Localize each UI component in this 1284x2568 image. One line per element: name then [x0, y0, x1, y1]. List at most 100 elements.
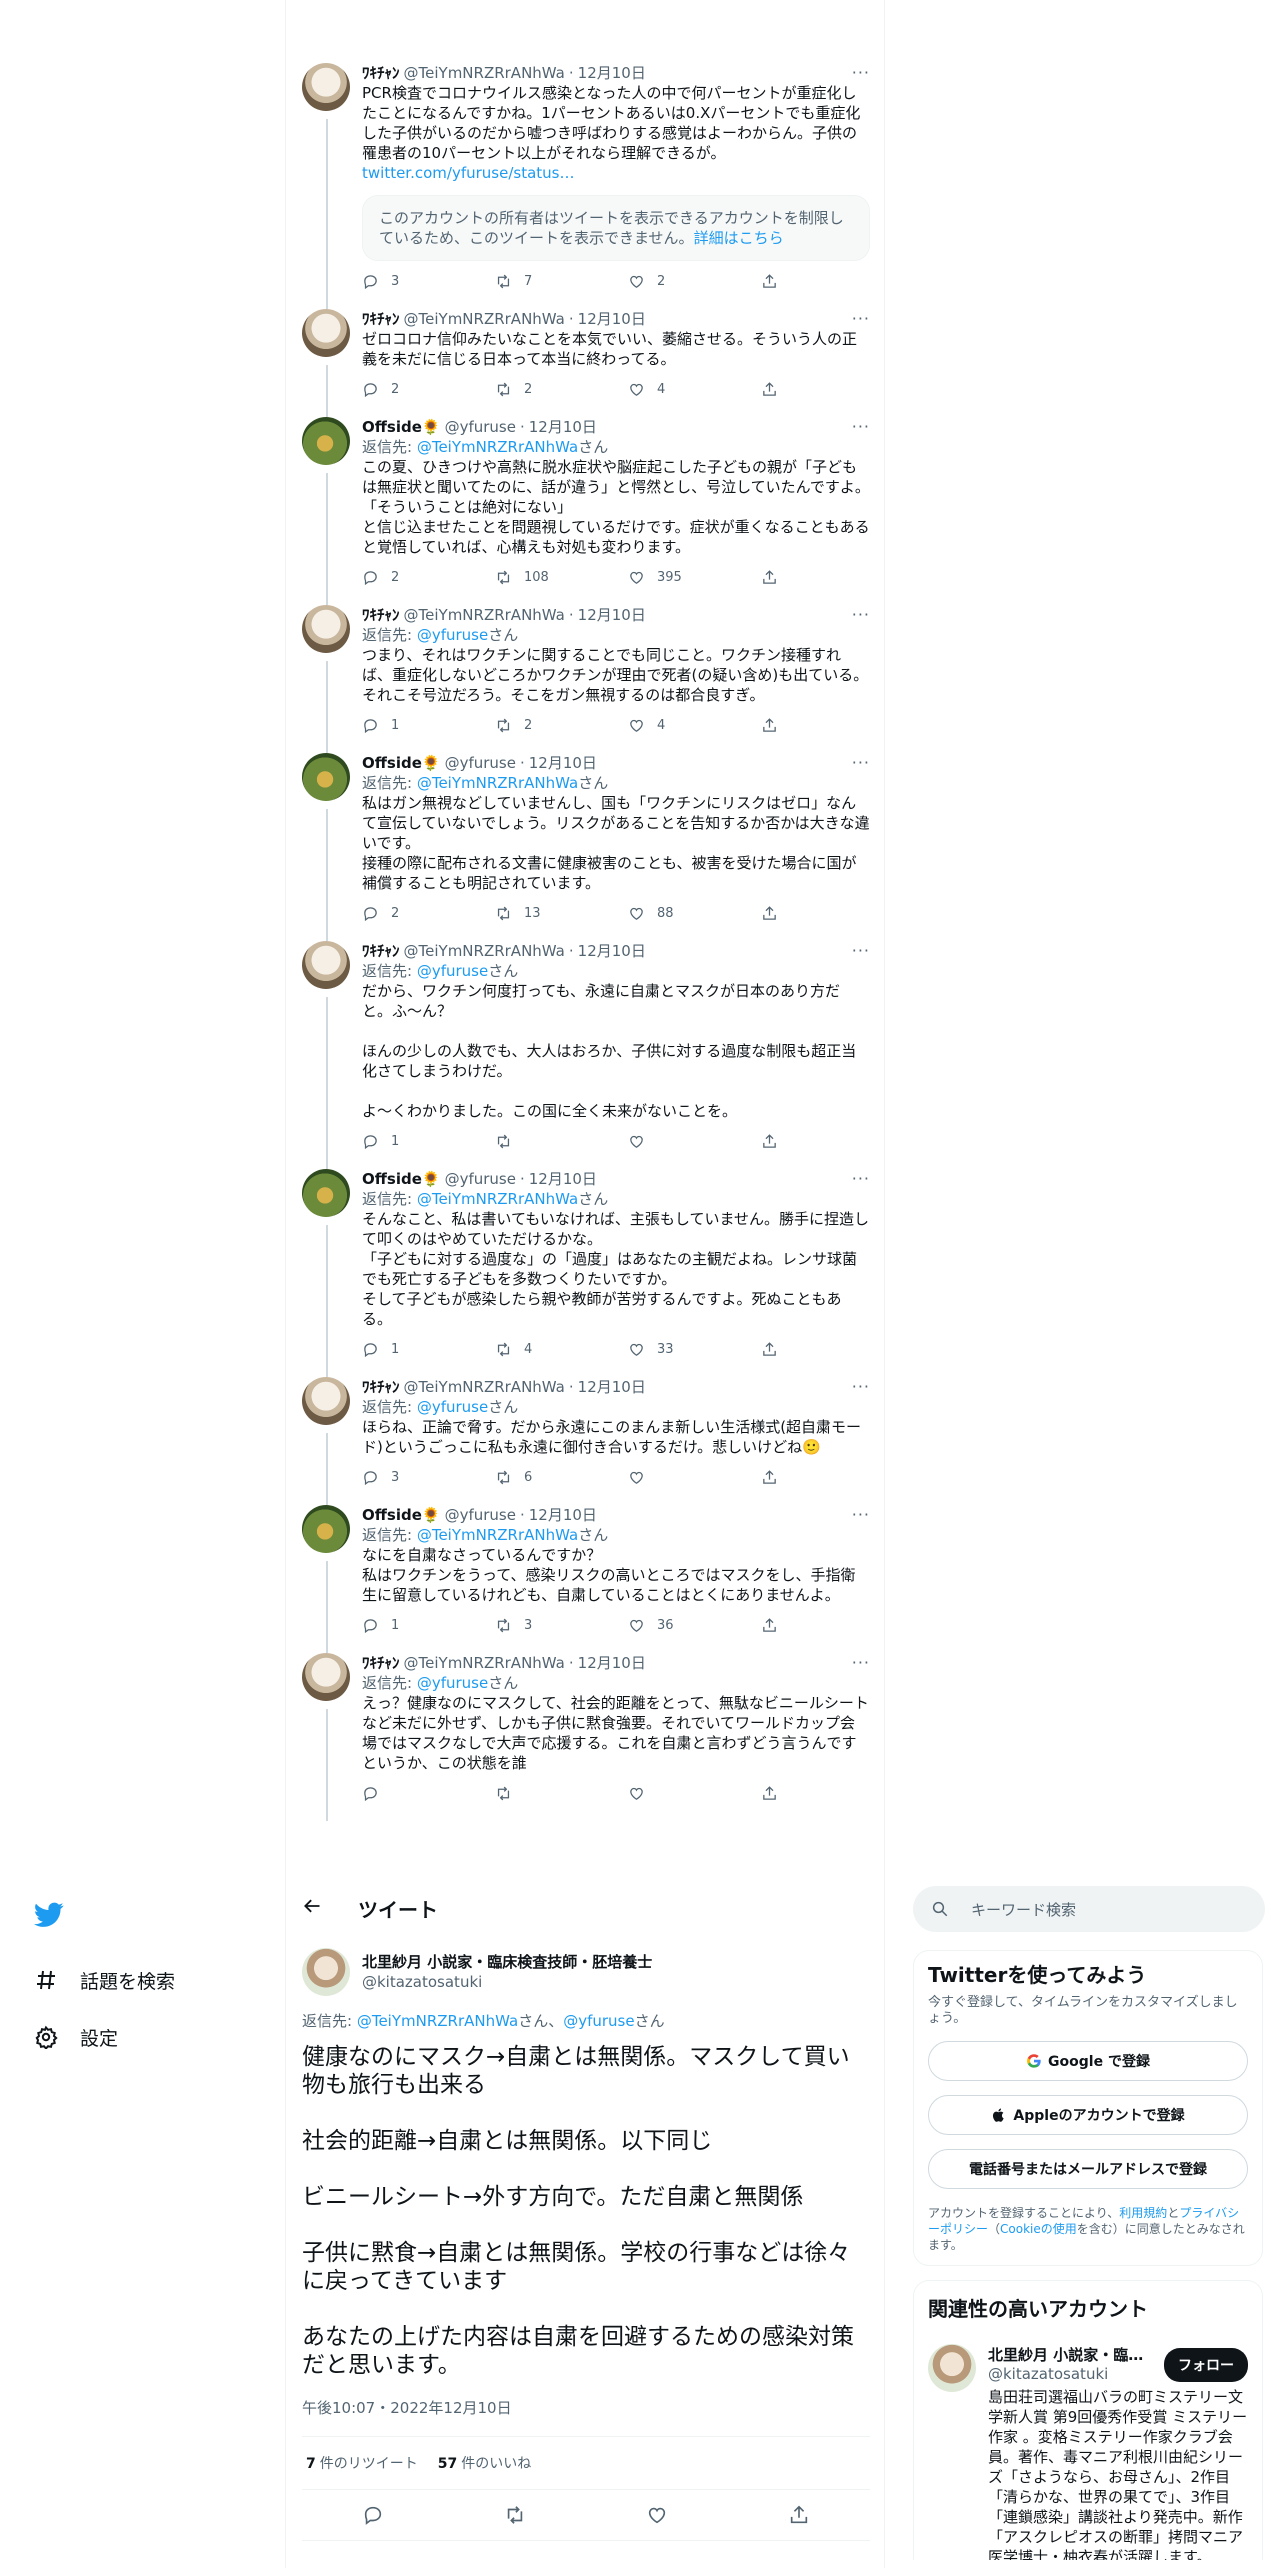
more-options-icon[interactable]: ···: [852, 417, 870, 436]
thread-tweet[interactable]: Offside🌻 @yfuruse · 12月10日 返信先: @TeiYmNRZRrA…: [286, 409, 884, 605]
related-name[interactable]: 北里紗月 小説家・臨…: [988, 2344, 1148, 2365]
author-name[interactable]: Offside🌻: [362, 1169, 441, 1189]
reply-button[interactable]: 3: [362, 273, 495, 290]
thread-tweet[interactable]: ﾜｷﾁｬﾝ @TeiYmNRZRrANhWa · 12月10日 PCR検査でコロナウイル…: [286, 55, 884, 309]
author-handle[interactable]: @TeiYmNRZRrANhWa: [404, 1377, 565, 1397]
retweet-button[interactable]: 4: [495, 1341, 628, 1358]
share-button[interactable]: [761, 1617, 801, 1634]
follow-button[interactable]: フォロー: [1164, 2348, 1248, 2382]
share-button[interactable]: [761, 273, 801, 290]
like-button[interactable]: [628, 1133, 761, 1150]
author-handle[interactable]: @TeiYmNRZRrANhWa: [404, 63, 565, 83]
author-name[interactable]: 北里紗月 小説家・臨床検査技師・胚培養士: [362, 1952, 652, 1972]
thread-tweet[interactable]: Offside🌻 @yfuruse · 12月10日 返信先: @TeiYmNRZRrA…: [286, 1161, 884, 1377]
like-button[interactable]: 4: [628, 717, 761, 734]
like-button[interactable]: 395: [628, 569, 761, 586]
reply-to-link[interactable]: @TeiYmNRZRrANhWa: [417, 1526, 578, 1544]
phone-email-signup-button[interactable]: 電話番号またはメールアドレスで登録: [928, 2149, 1248, 2189]
retweet-button[interactable]: 13: [495, 905, 628, 922]
avatar[interactable]: [302, 1505, 350, 1553]
tweet-time[interactable]: 12月10日: [578, 605, 646, 625]
retweet-button[interactable]: 6: [495, 1469, 628, 1486]
more-options-icon[interactable]: ···: [852, 63, 870, 82]
tweet-time[interactable]: 12月10日: [529, 1169, 597, 1189]
reply-to-link[interactable]: @yfuruse: [417, 1398, 488, 1416]
share-button[interactable]: [761, 905, 801, 922]
reply-button[interactable]: 2: [362, 569, 495, 586]
apple-signup-button[interactable]: Appleのアカウントで登録: [928, 2095, 1248, 2135]
reply-button[interactable]: 1: [362, 717, 495, 734]
nav-settings[interactable]: 設定: [34, 2017, 118, 2057]
share-button[interactable]: [761, 717, 801, 734]
tweet-time[interactable]: 12月10日: [578, 63, 646, 83]
author-name[interactable]: ﾜｷﾁｬﾝ: [362, 605, 400, 625]
reply-to-link[interactable]: @yfuruse: [417, 1674, 488, 1692]
author-handle[interactable]: @TeiYmNRZRrANhWa: [404, 1653, 565, 1673]
thread-tweet[interactable]: ﾜｷﾁｬﾝ @TeiYmNRZRrANhWa · 12月10日 返信先: @yfurus…: [286, 1369, 884, 1505]
retweet-button[interactable]: [495, 1785, 628, 1802]
author-name[interactable]: Offside🌻: [362, 753, 441, 773]
thread-tweet[interactable]: ﾜｷﾁｬﾝ @TeiYmNRZRrANhWa · 12月10日 返信先: @yfurus…: [286, 933, 884, 1169]
tweet-link[interactable]: twitter.com/yfuruse/status…: [362, 163, 870, 183]
author-name[interactable]: Offside🌻: [362, 1505, 441, 1525]
like-icon[interactable]: [646, 2504, 668, 2526]
nav-explore[interactable]: 話題を検索: [34, 1960, 175, 2000]
reply-to-link[interactable]: @TeiYmNRZRrANhWa: [417, 438, 578, 456]
author-name[interactable]: ﾜｷﾁｬﾝ: [362, 1653, 400, 1673]
more-options-icon[interactable]: ···: [852, 605, 870, 624]
more-options-icon[interactable]: ···: [852, 1377, 870, 1396]
reply-button[interactable]: 1: [362, 1617, 495, 1634]
reply-to-link[interactable]: @yfuruse: [417, 962, 488, 980]
more-options-icon[interactable]: ···: [852, 1169, 870, 1188]
tweet-timestamp[interactable]: 午後10:07・2022年12月10日: [302, 2397, 870, 2437]
share-button[interactable]: [761, 1133, 801, 1150]
tweet-time[interactable]: 12月10日: [578, 941, 646, 961]
more-options-icon[interactable]: ···: [852, 753, 870, 772]
twitter-logo-icon[interactable]: [34, 1902, 64, 1928]
tweet-time[interactable]: 12月10日: [529, 1505, 597, 1525]
share-button[interactable]: [761, 1341, 801, 1358]
share-button[interactable]: [761, 381, 801, 398]
more-options-icon[interactable]: ···: [852, 1653, 870, 1672]
thread-tweet[interactable]: Offside🌻 @yfuruse · 12月10日 返信先: @TeiYmNRZRrA…: [286, 1497, 884, 1653]
retweets-stat[interactable]: 7 件のリツイート: [306, 2453, 418, 2473]
avatar[interactable]: [302, 1169, 350, 1217]
back-button[interactable]: [286, 1896, 346, 1920]
more-options-icon[interactable]: ···: [852, 1505, 870, 1524]
retweet-icon[interactable]: [504, 2504, 526, 2526]
author-name[interactable]: ﾜｷﾁｬﾝ: [362, 941, 400, 961]
retweet-button[interactable]: 2: [495, 381, 628, 398]
reply-button[interactable]: 3: [362, 1469, 495, 1486]
author-handle[interactable]: @TeiYmNRZRrANhWa: [404, 605, 565, 625]
avatar[interactable]: [302, 1377, 350, 1425]
author-handle[interactable]: @yfuruse: [445, 753, 516, 773]
thread-tweet[interactable]: ﾜｷﾁｬﾝ @TeiYmNRZRrANhWa · 12月10日 ゼロコロナ信仰みたいなこ…: [286, 301, 884, 417]
retweet-button[interactable]: 2: [495, 717, 628, 734]
author-name[interactable]: Offside🌻: [362, 417, 441, 437]
author-name[interactable]: ﾜｷﾁｬﾝ: [362, 1377, 400, 1397]
terms-link[interactable]: 利用規約: [1119, 2206, 1167, 2220]
cookie-link[interactable]: Cookieの使用: [1000, 2222, 1077, 2236]
like-button[interactable]: 33: [628, 1341, 761, 1358]
share-button[interactable]: [761, 569, 801, 586]
tweet-time[interactable]: 12月10日: [578, 1653, 646, 1673]
avatar[interactable]: [302, 1653, 350, 1701]
reply-button[interactable]: [362, 1785, 495, 1802]
reply-to-link[interactable]: @yfuruse: [417, 626, 488, 644]
avatar[interactable]: [302, 309, 350, 357]
learn-more-link[interactable]: 詳細はこちら: [694, 229, 784, 247]
share-button[interactable]: [761, 1469, 801, 1486]
author-handle[interactable]: @TeiYmNRZRrANhWa: [404, 309, 565, 329]
share-button[interactable]: [761, 1785, 801, 1802]
retweet-button[interactable]: 108: [495, 569, 628, 586]
retweet-button[interactable]: 3: [495, 1617, 628, 1634]
like-button[interactable]: 88: [628, 905, 761, 922]
author-handle[interactable]: @yfuruse: [445, 417, 516, 437]
tweet-time[interactable]: 12月10日: [578, 309, 646, 329]
like-button[interactable]: 2: [628, 273, 761, 290]
thread-tweet[interactable]: ﾜｷﾁｬﾝ @TeiYmNRZRrANhWa · 12月10日 返信先: @yfurus…: [286, 1645, 884, 1821]
more-options-icon[interactable]: ···: [852, 309, 870, 328]
avatar[interactable]: [928, 2344, 976, 2392]
tweet-time[interactable]: 12月10日: [529, 417, 597, 437]
author-name[interactable]: ﾜｷﾁｬﾝ: [362, 63, 400, 83]
